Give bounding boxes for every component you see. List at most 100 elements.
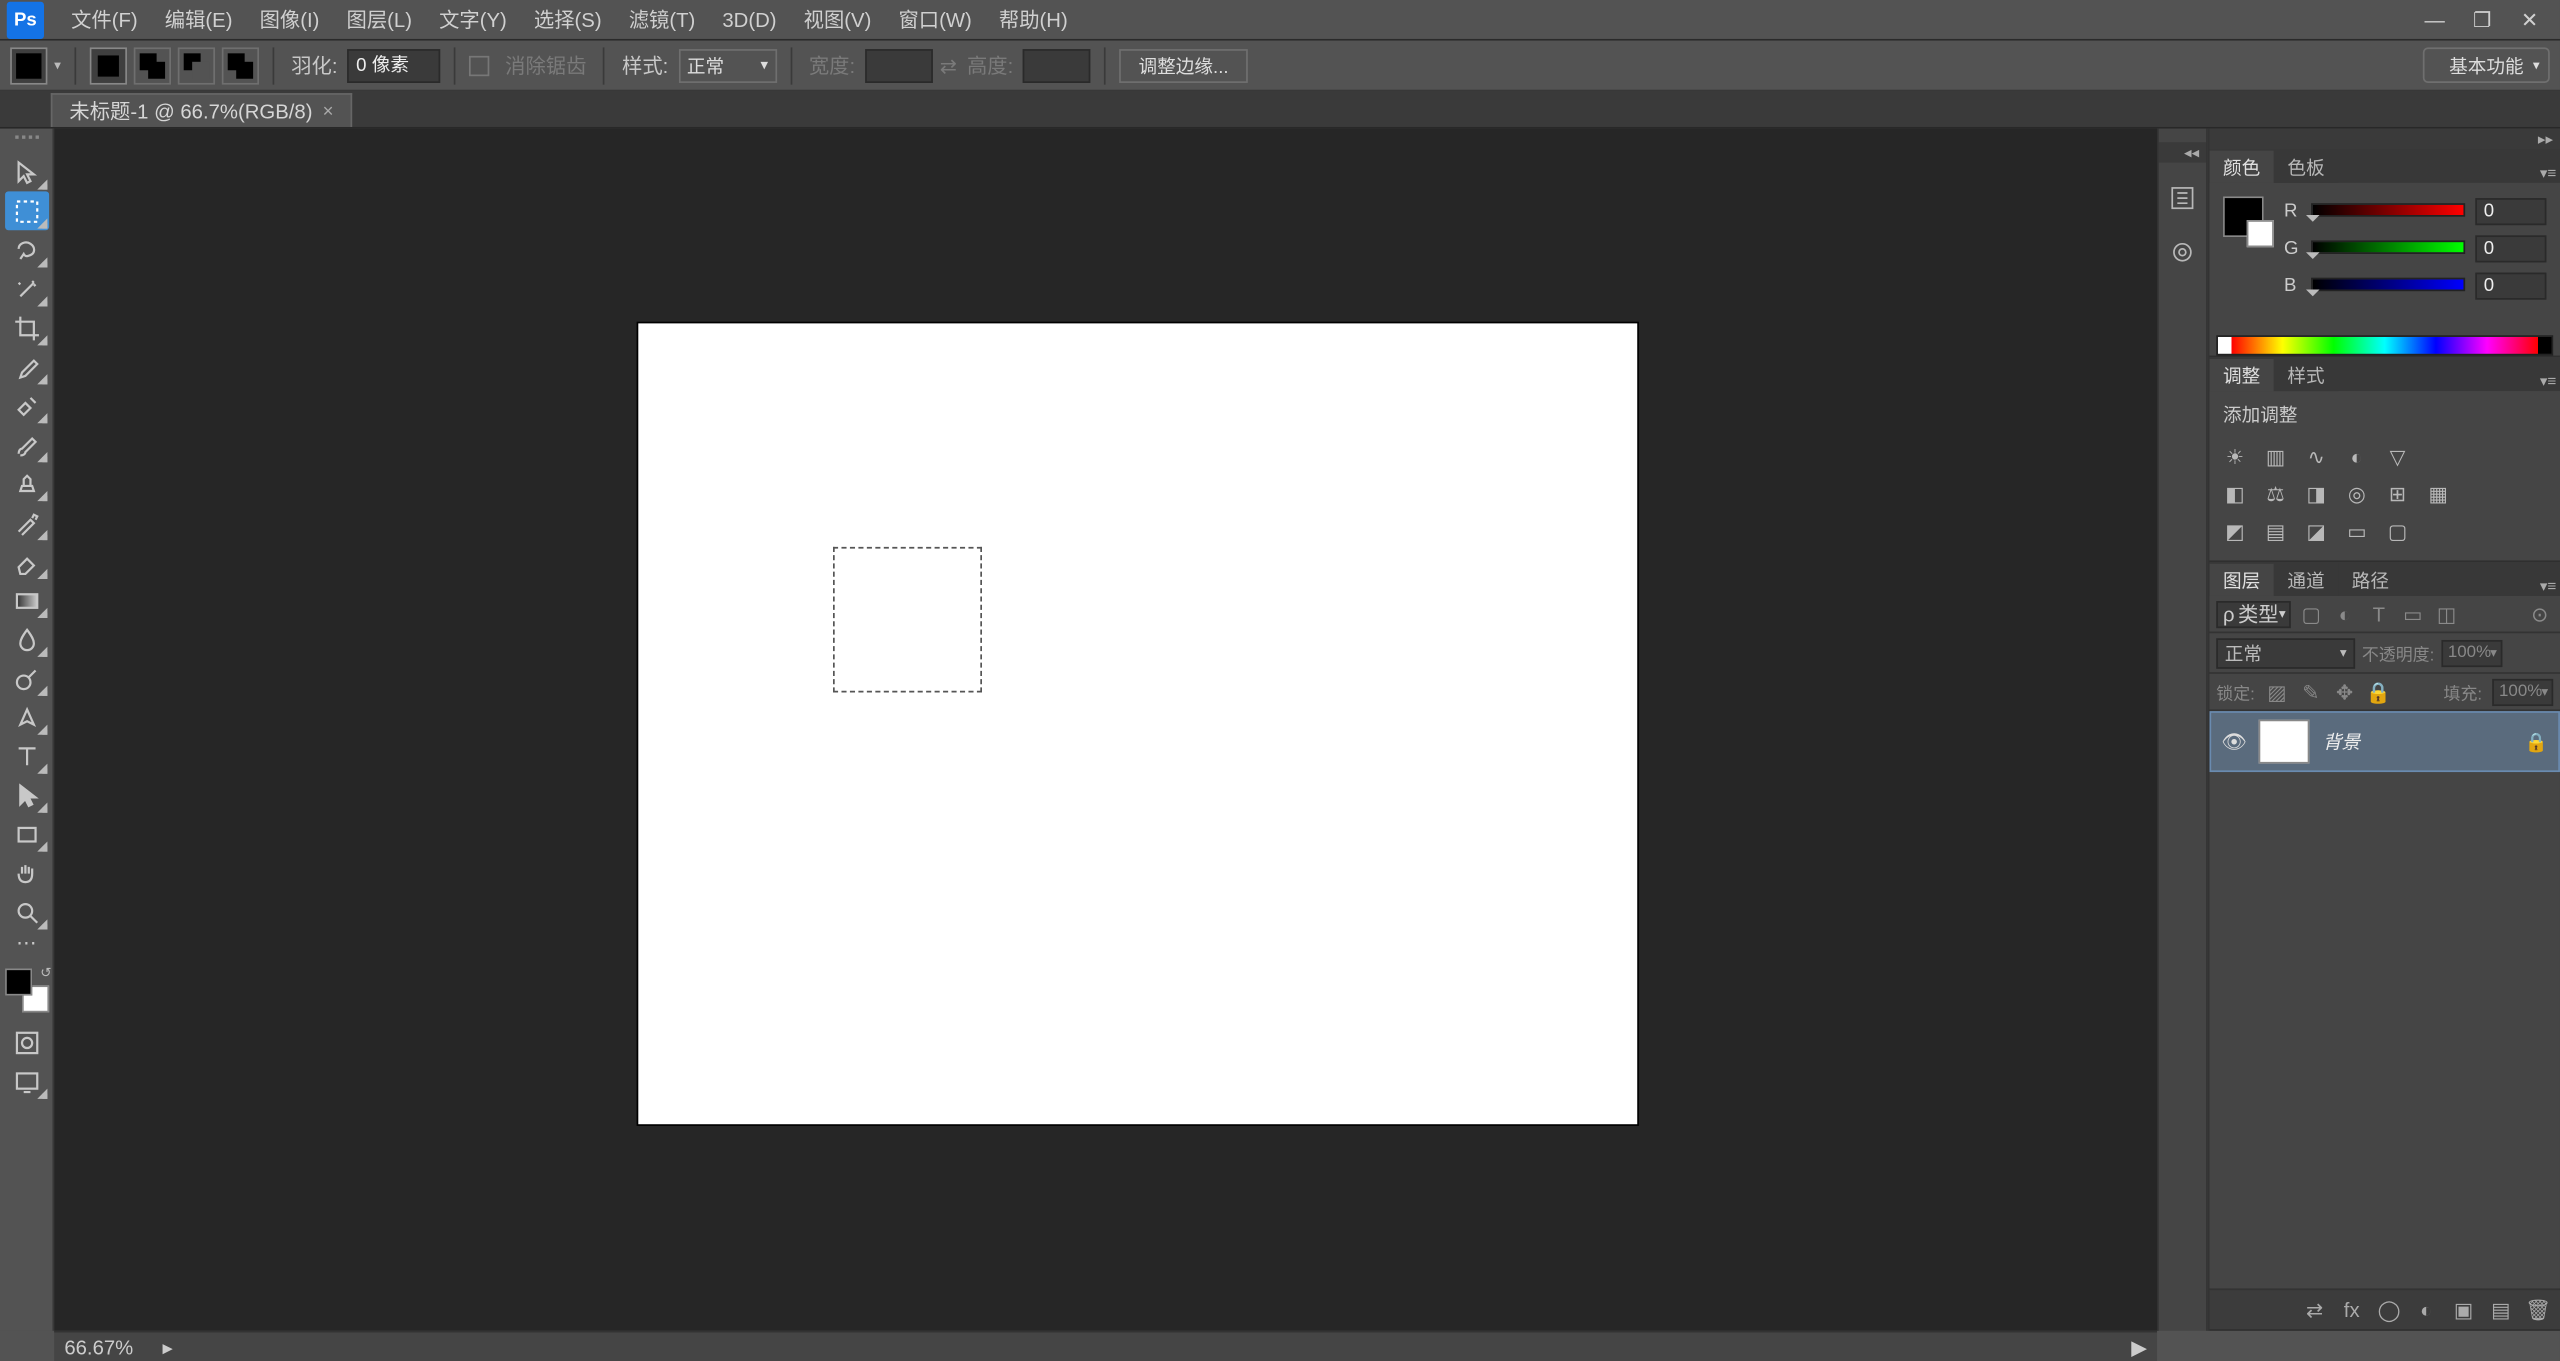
menu-window[interactable]: 窗口(W) xyxy=(885,0,985,39)
menu-help[interactable]: 帮助(H) xyxy=(985,0,1081,39)
tab-channels[interactable]: 通道 xyxy=(2274,564,2338,596)
tool-quick-mask[interactable] xyxy=(4,1023,48,1062)
r-slider[interactable] xyxy=(2311,203,2465,220)
menu-filter[interactable]: 滤镜(T) xyxy=(615,0,709,39)
g-slider[interactable] xyxy=(2311,240,2465,257)
layer-filter-kind[interactable]: ρ类型 xyxy=(2216,600,2290,627)
tab-layers[interactable]: 图层 xyxy=(2209,564,2273,596)
b-input[interactable]: 0 xyxy=(2475,273,2546,300)
filter-pixel-icon[interactable]: ▢ xyxy=(2298,600,2325,627)
scroll-right-icon[interactable]: ▶ xyxy=(2131,1335,2147,1359)
filter-shape-icon[interactable]: ▭ xyxy=(2399,600,2426,627)
adj-selcolor-icon[interactable]: ▢ xyxy=(2382,516,2412,546)
fill-input[interactable]: 100% xyxy=(2492,678,2553,705)
opacity-input[interactable]: 100% xyxy=(2441,639,2502,666)
document-close-icon[interactable]: × xyxy=(323,101,334,121)
filter-smart-icon[interactable]: ◫ xyxy=(2433,600,2460,627)
adj-posterize-icon[interactable]: ▤ xyxy=(2260,516,2290,546)
tool-lasso[interactable] xyxy=(4,230,48,269)
adj-bw-icon[interactable]: ◨ xyxy=(2301,479,2331,509)
feather-input[interactable]: 0 像素 xyxy=(348,48,441,82)
zoom-level[interactable]: 66.67% xyxy=(64,1335,149,1359)
menu-file[interactable]: 文件(F) xyxy=(58,0,152,39)
filter-adjust-icon[interactable]: ◐ xyxy=(2331,600,2358,627)
adj-levels-icon[interactable]: ▥ xyxy=(2260,442,2290,472)
selection-subtract-icon[interactable] xyxy=(178,47,215,84)
history-panel-icon[interactable] xyxy=(2164,179,2201,216)
swap-colors-icon[interactable]: ↺ xyxy=(40,965,51,980)
document-canvas[interactable] xyxy=(638,323,1637,1124)
document-tab[interactable]: 未标题-1 @ 66.7%(RGB/8) × xyxy=(51,93,352,127)
tool-dodge[interactable] xyxy=(4,659,48,698)
tool-rectangle[interactable] xyxy=(4,814,48,853)
adj-chanmix-icon[interactable]: ⊞ xyxy=(2382,479,2412,509)
tool-screen-mode[interactable] xyxy=(4,1062,48,1101)
new-group-icon[interactable]: ▣ xyxy=(2452,1298,2476,1322)
b-slider[interactable] xyxy=(2311,278,2465,295)
properties-panel-icon[interactable] xyxy=(2164,234,2201,271)
lock-paint-icon[interactable]: ✎ xyxy=(2299,680,2323,704)
filter-type-icon[interactable]: T xyxy=(2365,600,2392,627)
tab-paths[interactable]: 路径 xyxy=(2338,564,2402,596)
tool-preset-button[interactable] xyxy=(10,47,47,84)
window-minimize-icon[interactable]: — xyxy=(2411,4,2458,34)
panel-layers-menu-icon[interactable]: ▾≡ xyxy=(2536,577,2560,596)
adj-brightness-icon[interactable]: ☀ xyxy=(2220,442,2250,472)
panels-toggle[interactable]: ▸▸ xyxy=(2209,129,2559,149)
tool-history-brush[interactable] xyxy=(4,503,48,542)
adj-photofilter-icon[interactable]: ◎ xyxy=(2342,479,2372,509)
menu-view[interactable]: 视图(V) xyxy=(790,0,885,39)
menu-select[interactable]: 选择(S) xyxy=(520,0,615,39)
layer-fx-icon[interactable]: fx xyxy=(2340,1298,2364,1322)
canvas-area[interactable] xyxy=(54,129,2157,1331)
panel-color-menu-icon[interactable]: ▾≡ xyxy=(2536,164,2560,183)
tool-rect-marquee[interactable] xyxy=(4,191,48,230)
adj-vibrance-icon[interactable]: ▽ xyxy=(2382,442,2412,472)
menu-type[interactable]: 文字(Y) xyxy=(426,0,521,39)
lock-pos-icon[interactable]: ✥ xyxy=(2333,680,2357,704)
selection-intersect-icon[interactable] xyxy=(222,47,259,84)
tool-clone-stamp[interactable] xyxy=(4,464,48,503)
link-layers-icon[interactable]: ⇄ xyxy=(2303,1298,2327,1322)
adj-exposure-icon[interactable]: ◐ xyxy=(2342,442,2372,472)
tab-adjustments[interactable]: 调整 xyxy=(2209,359,2273,391)
selection-add-icon[interactable] xyxy=(134,47,171,84)
adj-colorbal-icon[interactable]: ⚖ xyxy=(2260,479,2290,509)
layer-mask-icon[interactable]: ◯ xyxy=(2377,1298,2401,1322)
menu-image[interactable]: 图像(I) xyxy=(246,0,333,39)
tool-edit-toolbar-icon[interactable]: ⋯ xyxy=(4,931,48,955)
tool-magic-wand[interactable] xyxy=(4,269,48,308)
tool-pen[interactable] xyxy=(4,698,48,737)
tool-path-select[interactable] xyxy=(4,775,48,814)
selection-new-icon[interactable] xyxy=(90,47,127,84)
lock-trans-icon[interactable]: ▨ xyxy=(2265,680,2289,704)
tab-swatches[interactable]: 色板 xyxy=(2274,151,2338,183)
tool-type[interactable] xyxy=(4,736,48,775)
layer-thumbnail[interactable] xyxy=(2259,720,2310,764)
tool-gradient[interactable] xyxy=(4,581,48,620)
tool-brush[interactable] xyxy=(4,425,48,464)
adj-colorlookup-icon[interactable]: ▦ xyxy=(2423,479,2453,509)
g-input[interactable]: 0 xyxy=(2475,235,2546,262)
doc-info-icon[interactable]: ▸ xyxy=(163,1335,173,1359)
window-close-icon[interactable]: ✕ xyxy=(2506,4,2553,34)
tool-healing-brush[interactable] xyxy=(4,386,48,425)
tool-eraser[interactable] xyxy=(4,542,48,581)
delete-layer-icon[interactable]: 🗑 xyxy=(2526,1298,2550,1322)
toolbox-grip[interactable] xyxy=(6,135,47,149)
menu-layer[interactable]: 图层(L) xyxy=(333,0,426,39)
adj-gradmap-icon[interactable]: ▭ xyxy=(2342,516,2372,546)
style-select[interactable]: 正常 xyxy=(678,48,776,82)
adj-threshold-icon[interactable]: ◪ xyxy=(2301,516,2331,546)
tool-hand[interactable] xyxy=(4,853,48,892)
color-bg-swatch[interactable] xyxy=(2247,220,2274,247)
workspace-switcher[interactable]: 基本功能 xyxy=(2423,47,2550,83)
r-input[interactable]: 0 xyxy=(2475,198,2546,225)
blend-mode-select[interactable]: 正常 xyxy=(2216,637,2355,667)
menu-edit[interactable]: 编辑(E) xyxy=(151,0,246,39)
new-fill-adj-icon[interactable]: ◐ xyxy=(2414,1298,2438,1322)
tool-eyedropper[interactable] xyxy=(4,347,48,386)
tool-zoom[interactable] xyxy=(4,892,48,931)
menu-3d[interactable]: 3D(D) xyxy=(709,3,790,37)
tool-crop[interactable] xyxy=(4,308,48,347)
